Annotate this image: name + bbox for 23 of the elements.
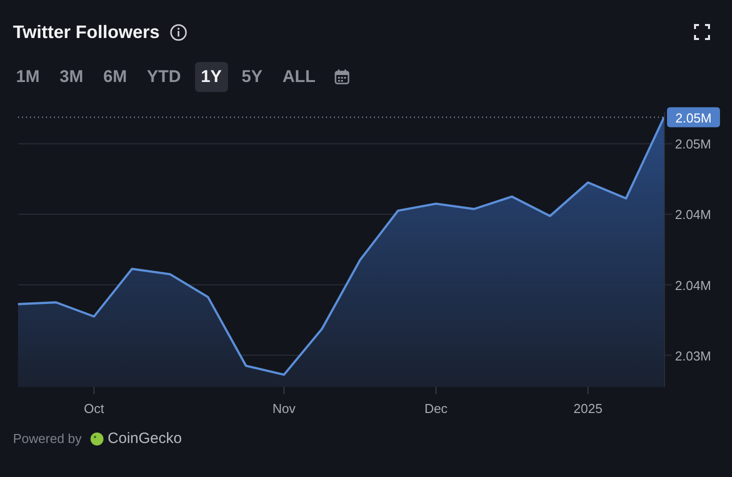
axis-label: 2.03M bbox=[675, 348, 712, 364]
powered-by-label: Powered by bbox=[13, 431, 82, 446]
axis-label: Oct bbox=[84, 401, 104, 416]
axis-label: Nov bbox=[272, 401, 296, 416]
axis-label: 2.04M bbox=[675, 207, 712, 222]
axis-label: Dec bbox=[424, 401, 448, 416]
range-tab[interactable]: 1Y bbox=[194, 62, 228, 92]
axis-label: 2025 bbox=[574, 401, 602, 416]
range-tab[interactable]: ALL bbox=[276, 62, 322, 92]
info-icon[interactable] bbox=[170, 24, 187, 40]
range-tab[interactable]: 6M bbox=[97, 62, 133, 92]
chart-title: Twitter Followers bbox=[13, 22, 160, 42]
brand-name[interactable]: CoinGecko bbox=[108, 430, 182, 447]
fullscreen-icon[interactable] bbox=[694, 24, 710, 40]
range-tab[interactable]: 1M bbox=[10, 62, 46, 92]
range-tab[interactable]: 5Y bbox=[236, 62, 268, 92]
ref-line-label: 2.05M bbox=[675, 110, 712, 126]
gecko-logo-icon bbox=[90, 432, 104, 446]
axis-label: 2.04M bbox=[675, 278, 712, 293]
range-tab[interactable]: 3M bbox=[54, 62, 90, 92]
axis-label: 2.05M bbox=[675, 136, 712, 152]
value-badge: 2.05M bbox=[667, 107, 720, 128]
range-tab[interactable]: YTD bbox=[140, 62, 187, 92]
